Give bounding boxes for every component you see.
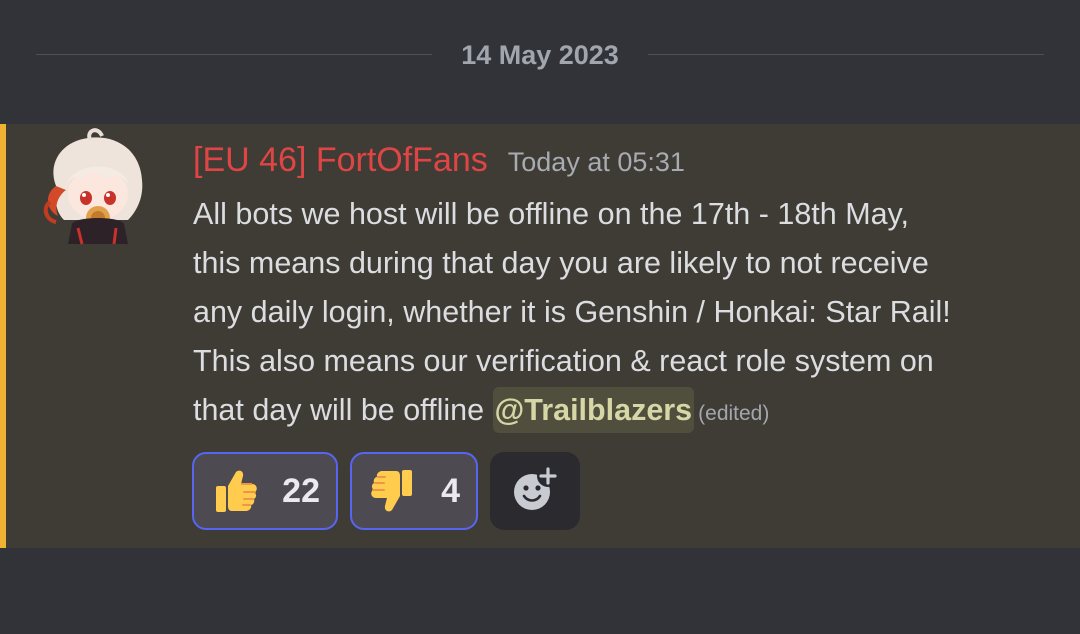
message-line-text: that day will be offline: [193, 393, 493, 427]
username[interactable]: [EU 46] FortOfFans: [193, 141, 488, 179]
message-content: All bots we host will be offline on the …: [193, 190, 1053, 438]
message-line: This also means our verification & react…: [193, 344, 934, 378]
thumbs-up-icon: [208, 464, 262, 518]
mention-highlight-bar: [0, 124, 6, 548]
add-reaction-button[interactable]: [490, 452, 580, 530]
edited-indicator: (edited): [698, 402, 770, 425]
chat-message[interactable]: [EU 46] FortOfFans Today at 05:31 All bot…: [0, 124, 1080, 548]
reaction-count: 4: [441, 471, 460, 510]
reaction-count: 22: [282, 471, 320, 510]
message-line: this means during that day you are likel…: [193, 246, 929, 280]
message-timestamp[interactable]: Today at 05:31: [508, 147, 685, 177]
role-mention[interactable]: @Trailblazers: [492, 387, 695, 433]
message-line: that day will be offline @Trailblazers (e…: [193, 386, 1053, 438]
date-divider-line-right: [648, 54, 1044, 55]
reactions-bar: 22 4: [192, 452, 580, 530]
reaction-thumbs-up[interactable]: 22: [192, 452, 338, 530]
date-divider-label: 14 May 2023: [461, 40, 619, 70]
message-header: [EU 46] FortOfFans Today at 05:31: [193, 140, 685, 182]
add-reaction-icon: [510, 464, 560, 519]
message-line: All bots we host will be offline on the …: [193, 197, 910, 231]
thumbs-down-icon: [366, 464, 420, 518]
avatar[interactable]: [36, 128, 152, 246]
reaction-thumbs-down[interactable]: 4: [350, 452, 478, 530]
date-divider-line-left: [36, 54, 432, 55]
message-line: any daily login, whether it is Genshin /…: [193, 295, 951, 329]
